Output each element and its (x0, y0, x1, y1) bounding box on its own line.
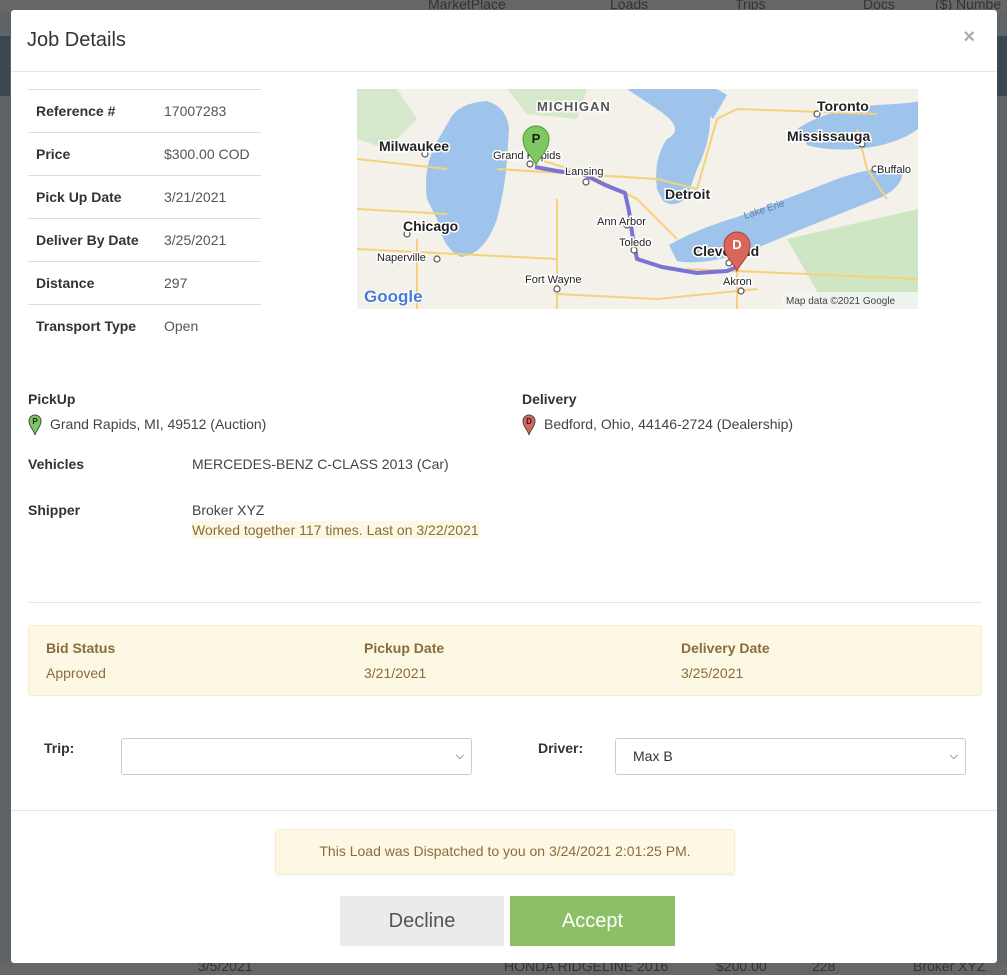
bg-row-distance: 228 (812, 962, 836, 974)
table-row: Price $300.00 COD (28, 132, 261, 176)
distance-label: Distance (28, 261, 156, 305)
green-pin-icon: P (28, 414, 42, 436)
job-details-modal: Job Details × Reference # 17007283 Price… (11, 10, 997, 963)
google-logo: Google (364, 287, 423, 306)
transport-type-value: Open (156, 304, 261, 348)
bg-row-date: 3/5/2021 (198, 962, 253, 974)
map-label-milwaukee: Milwaukee (379, 138, 449, 154)
bid-pickup-date-label: Pickup Date (364, 640, 445, 656)
map-label-ann-arbor: Ann Arbor (597, 216, 646, 228)
vehicles-value: MERCEDES-BENZ C-CLASS 2013 (Car) (192, 456, 449, 472)
close-icon[interactable]: × (957, 26, 981, 48)
pickup-marker-letter: P (532, 131, 541, 146)
shipper-name: Broker XYZ (192, 502, 265, 518)
background-table-row: 3/5/2021 HONDA RIDGELINE 2016 $200.00 22… (0, 962, 1007, 975)
bid-status-label: Bid Status (46, 640, 116, 656)
transport-type-label: Transport Type (28, 304, 156, 348)
map-label-toledo: Toledo (619, 237, 651, 249)
shipper-history: Worked together 117 times. Last on 3/22/… (192, 521, 479, 539)
bid-delivery-date-value: 3/25/2021 (681, 665, 744, 681)
map-label-naperville: Naperville (377, 252, 426, 264)
map-label-mississauga: Mississauga (787, 128, 870, 144)
background-header-band-right (997, 36, 1007, 96)
map-label-chicago: Chicago (403, 218, 458, 234)
bid-status-value: Approved (46, 665, 106, 681)
pickup-address: Grand Rapids, MI, 49512 (Auction) (50, 416, 267, 432)
shipper-label: Shipper (28, 502, 81, 518)
trip-select[interactable]: ⌵ (121, 738, 472, 775)
background-header-band-left (0, 36, 10, 96)
driver-select-value: Max B (633, 748, 673, 764)
delivery-label: Delivery (522, 391, 577, 407)
map-label-detroit: Detroit (665, 186, 710, 202)
deliver-by-date-label: Deliver By Date (28, 218, 156, 262)
section-divider (28, 602, 982, 603)
bid-status-panel: Bid Status Approved Pickup Date 3/21/202… (28, 625, 982, 696)
bg-row-vehicle: HONDA RIDGELINE 2016 (504, 962, 669, 974)
modal-title: Job Details (27, 29, 126, 51)
price-value: $300.00 COD (156, 132, 261, 176)
map-label-akron: Akron (723, 276, 752, 288)
pickup-date-label: Pick Up Date (28, 175, 156, 219)
table-row: Reference # 17007283 (28, 89, 261, 133)
reference-label: Reference # (28, 89, 156, 133)
map-label-buffalo: Buffalo (877, 164, 911, 176)
map-label-fort-wayne: Fort Wayne (525, 274, 581, 286)
chevron-down-icon: ⌵ (455, 750, 464, 762)
map-label-lansing: Lansing (565, 166, 604, 178)
trip-label: Trip: (44, 740, 75, 756)
pickup-date-value: 3/21/2021 (156, 175, 261, 219)
bid-delivery-col: Delivery Date 3/25/2021 (681, 640, 770, 681)
job-info-table: Reference # 17007283 Price $300.00 COD P… (28, 89, 261, 348)
reference-value: 17007283 (156, 89, 261, 133)
chevron-down-icon: ⌵ (949, 750, 958, 762)
delivery-pin-letter: D (526, 417, 532, 426)
table-row: Distance 297 (28, 261, 261, 305)
pickup-label: PickUp (28, 391, 76, 407)
route-map[interactable]: MICHIGAN Toronto Mississauga Milwaukee G… (357, 89, 918, 309)
bid-pickup-col: Pickup Date 3/21/2021 (364, 640, 444, 681)
price-label: Price (28, 132, 156, 176)
map-attribution: Map data ©2021 Google (786, 296, 896, 307)
red-pin-icon: D (522, 414, 536, 436)
shipper-history-highlight: Worked together 117 times. Last on 3/22/… (192, 521, 479, 539)
bid-pickup-date-value: 3/21/2021 (364, 665, 427, 681)
bg-row-shipper: Broker XYZ (913, 962, 986, 974)
vehicles-label: Vehicles (28, 456, 85, 472)
delivery-marker-letter: D (732, 237, 741, 252)
map-label-michigan: MICHIGAN (537, 99, 611, 114)
bg-row-price: $200.00 (716, 962, 767, 974)
bid-delivery-date-label: Delivery Date (681, 640, 770, 656)
map-label-toronto: Toronto (817, 98, 869, 114)
deliver-by-date-value: 3/25/2021 (156, 218, 261, 262)
pickup-pin-letter: P (32, 417, 38, 426)
decline-button[interactable]: Decline (340, 896, 504, 946)
delivery-address: Bedford, Ohio, 44146-2724 (Dealership) (544, 416, 794, 432)
dispatch-notice: This Load was Dispatched to you on 3/24/… (275, 829, 735, 874)
accept-button[interactable]: Accept (510, 896, 675, 946)
footer-divider (11, 810, 997, 811)
table-row: Deliver By Date 3/25/2021 (28, 218, 261, 262)
table-row: Pick Up Date 3/21/2021 (28, 175, 261, 219)
driver-select[interactable]: Max B ⌵ (615, 738, 966, 775)
bid-status-col: Bid Status Approved (46, 640, 115, 681)
distance-value: 297 (156, 261, 261, 305)
driver-label: Driver: (538, 740, 584, 756)
table-row: Transport Type Open (28, 304, 261, 348)
modal-header: Job Details × (11, 10, 997, 72)
